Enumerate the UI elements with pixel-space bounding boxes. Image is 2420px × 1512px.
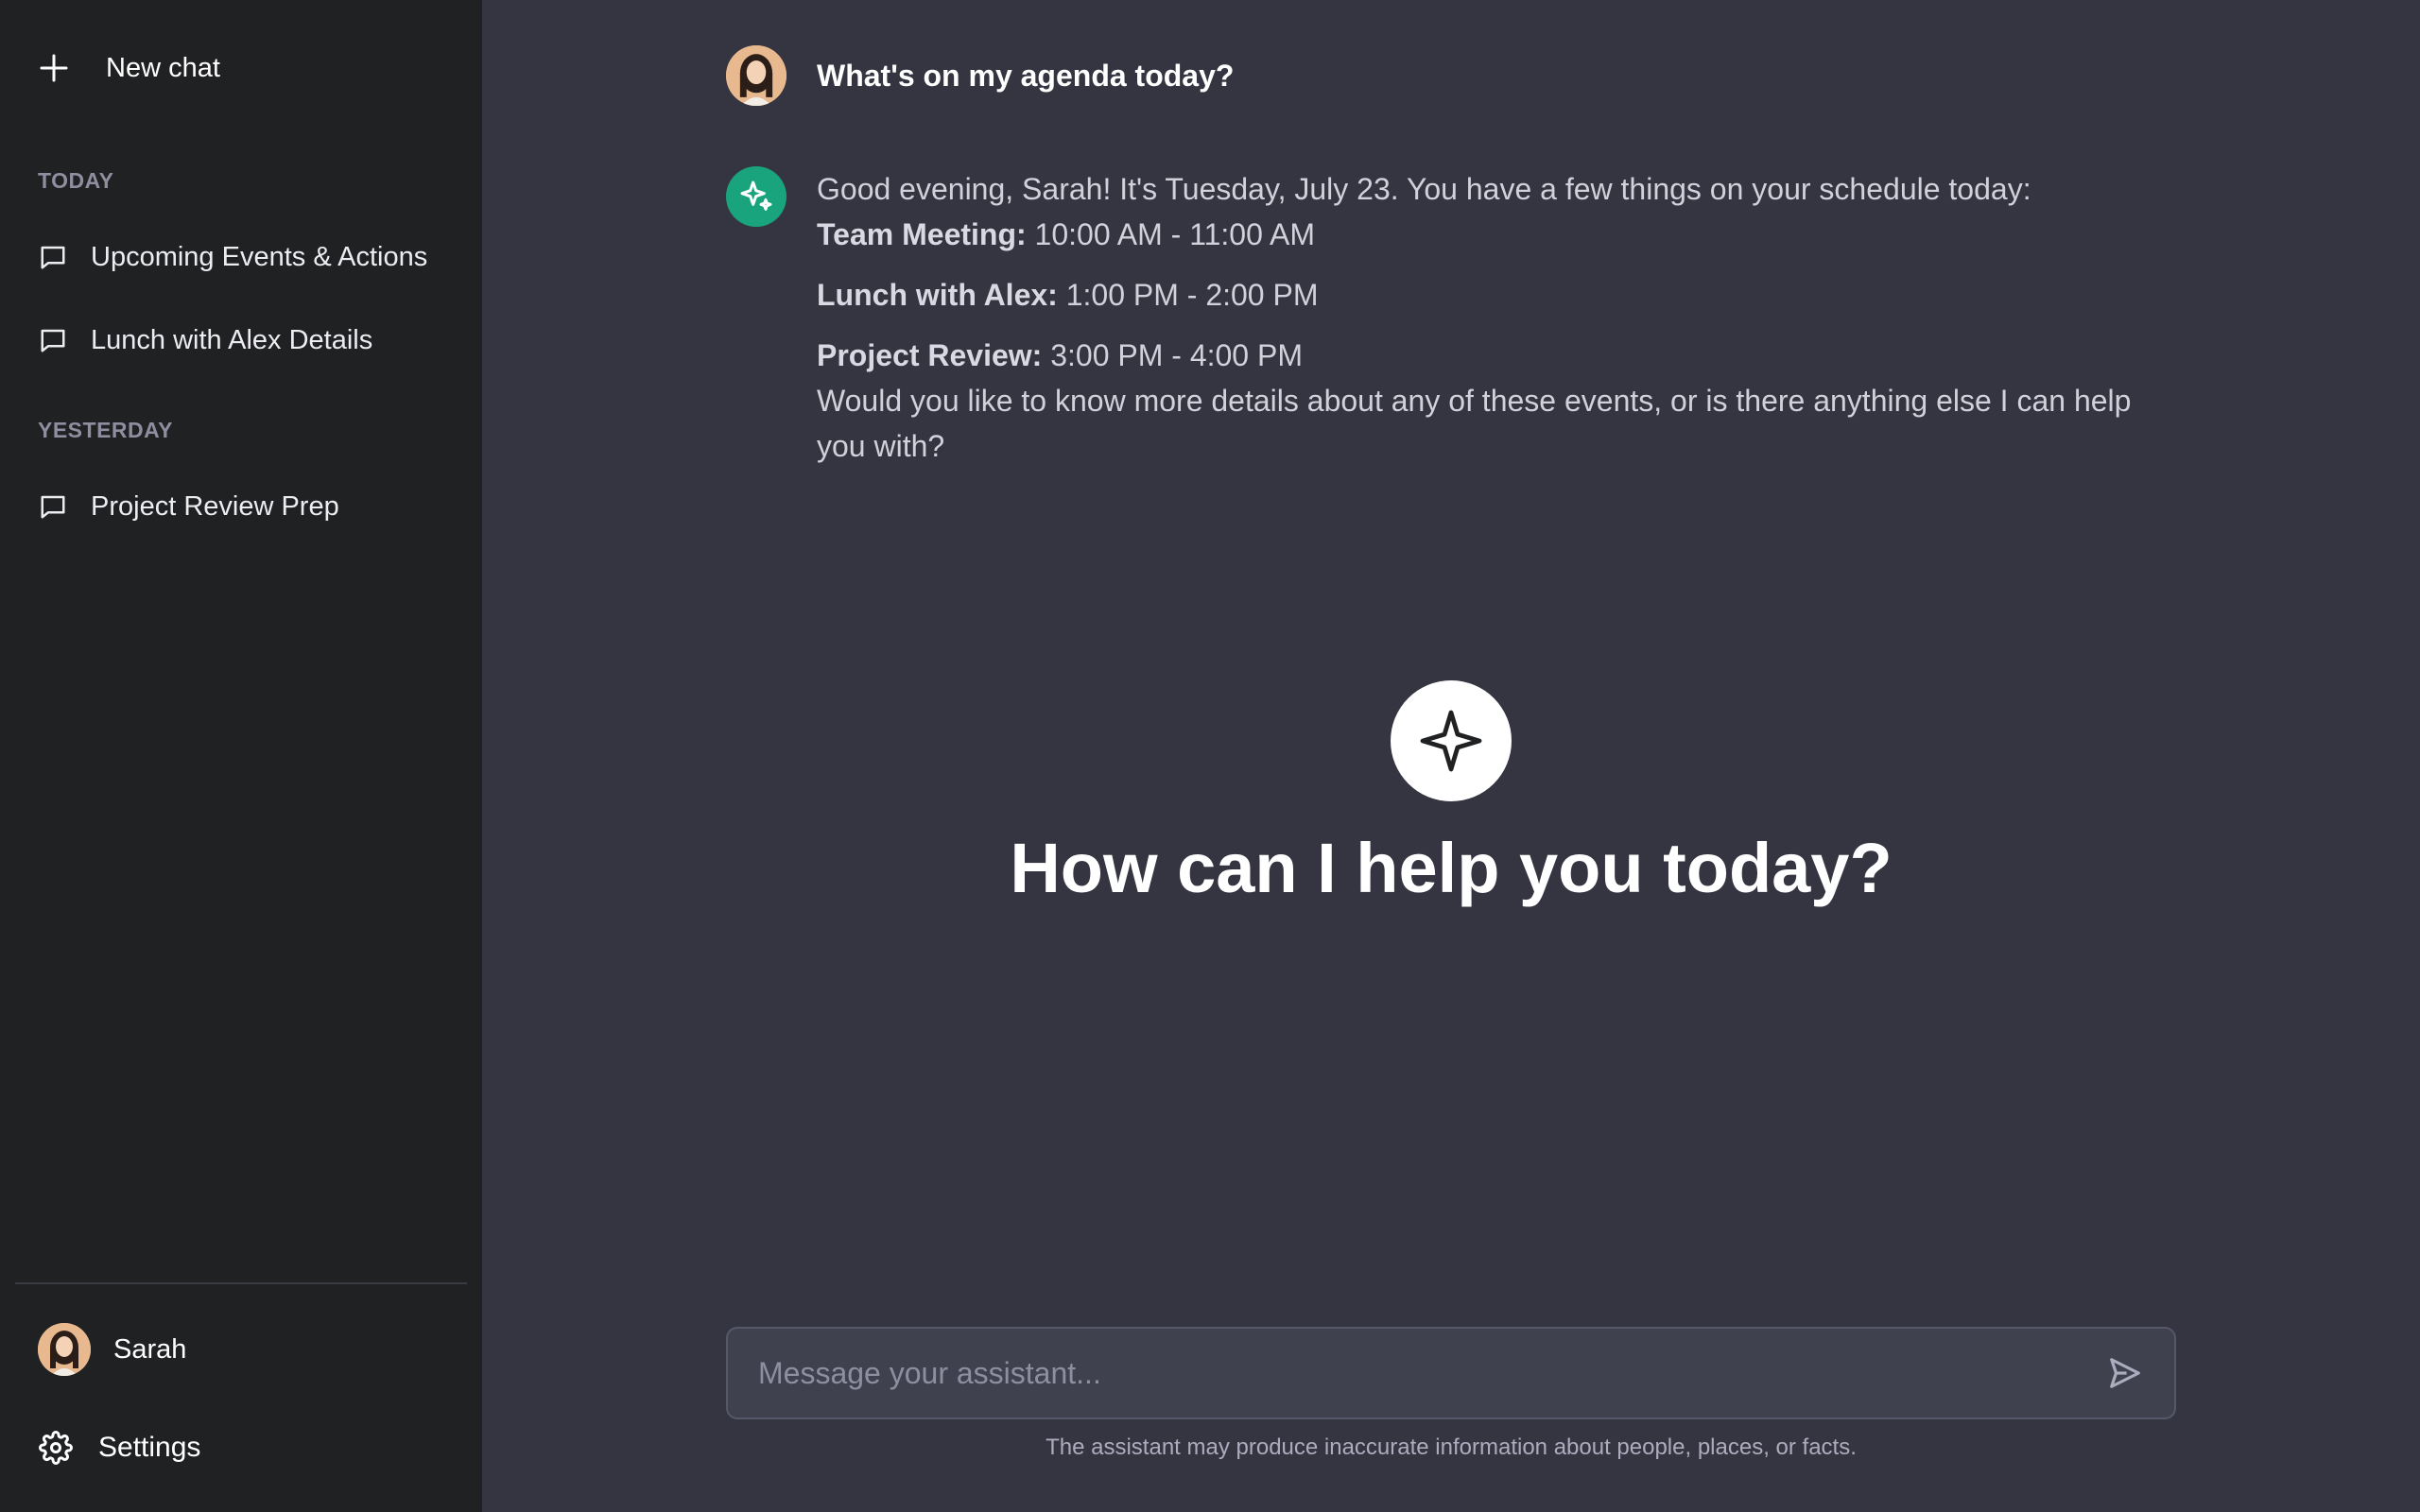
user-avatar [38,1323,91,1376]
assistant-avatar-wrap [726,166,786,227]
app-window: New chat TODAY Upcoming Events & Actions… [0,0,2420,1512]
event-time: 3:00 PM - 4:00 PM [1042,338,1303,372]
event-time: 10:00 AM - 11:00 AM [1026,217,1316,251]
sidebar-divider [15,1282,467,1284]
assistant-outro: Would you like to know more details abou… [817,384,2132,463]
new-chat-label: New chat [106,52,220,83]
disclaimer-text: The assistant may produce inaccurate inf… [1046,1435,1857,1460]
agenda-item-team-meeting: Team Meeting: 10:00 AM - 11:00 AM [817,212,2178,257]
gear-icon [38,1430,74,1466]
user-name: Sarah [113,1333,187,1365]
chat-bubble-icon [38,242,68,272]
chat-item-label: Upcoming Events & Actions [91,241,428,272]
event-title: Project Review: [817,338,1043,372]
chat-item-label: Project Review Prep [91,490,339,522]
user-message-avatar [726,45,786,106]
chat-item-project-review-prep[interactable]: Project Review Prep [38,480,339,533]
chat-item-lunch-with-alex[interactable]: Lunch with Alex Details [38,314,372,367]
message-composer [726,1327,2176,1419]
event-time: 1:00 PM - 2:00 PM [1057,278,1319,312]
section-label-today: TODAY [38,168,114,193]
user-profile-button[interactable]: Sarah [38,1323,186,1376]
assistant-message: Good evening, Sarah! It's Tuesday, July … [726,166,2182,469]
plus-icon [38,52,70,84]
message-input[interactable] [728,1329,2099,1418]
user-message-text: What's on my agenda today? [817,59,1235,93]
assistant-message-body: Good evening, Sarah! It's Tuesday, July … [817,166,2178,469]
send-icon [2110,1358,2140,1388]
sparkle-icon [1391,680,1512,801]
chat-item-upcoming-events[interactable]: Upcoming Events & Actions [38,231,427,284]
welcome-hero: How can I help you today? [482,680,2420,908]
event-title: Team Meeting: [817,217,1027,251]
chat-bubble-icon [38,491,68,522]
assistant-intro: Good evening, Sarah! It's Tuesday, July … [817,172,2031,206]
chat-bubble-icon [38,325,68,355]
agenda-item-project-review: Project Review: 3:00 PM - 4:00 PM [817,333,2178,378]
assistant-avatar [726,166,786,227]
chat-main: What's on my agenda today? Good evening,… [482,0,2420,1512]
send-button[interactable] [2099,1347,2152,1400]
user-message: What's on my agenda today? [726,45,2182,106]
sidebar: New chat TODAY Upcoming Events & Actions… [0,0,482,1512]
chat-item-label: Lunch with Alex Details [91,324,373,355]
section-label-yesterday: YESTERDAY [38,418,173,442]
user-avatar [726,45,786,106]
settings-label: Settings [98,1432,201,1463]
event-title: Lunch with Alex: [817,278,1058,312]
agenda-item-lunch: Lunch with Alex: 1:00 PM - 2:00 PM [817,272,2178,318]
settings-button[interactable]: Settings [38,1421,200,1474]
new-chat-button[interactable]: New chat [38,43,220,93]
sparkles-icon [740,180,772,211]
welcome-title: How can I help you today? [1010,829,1893,907]
